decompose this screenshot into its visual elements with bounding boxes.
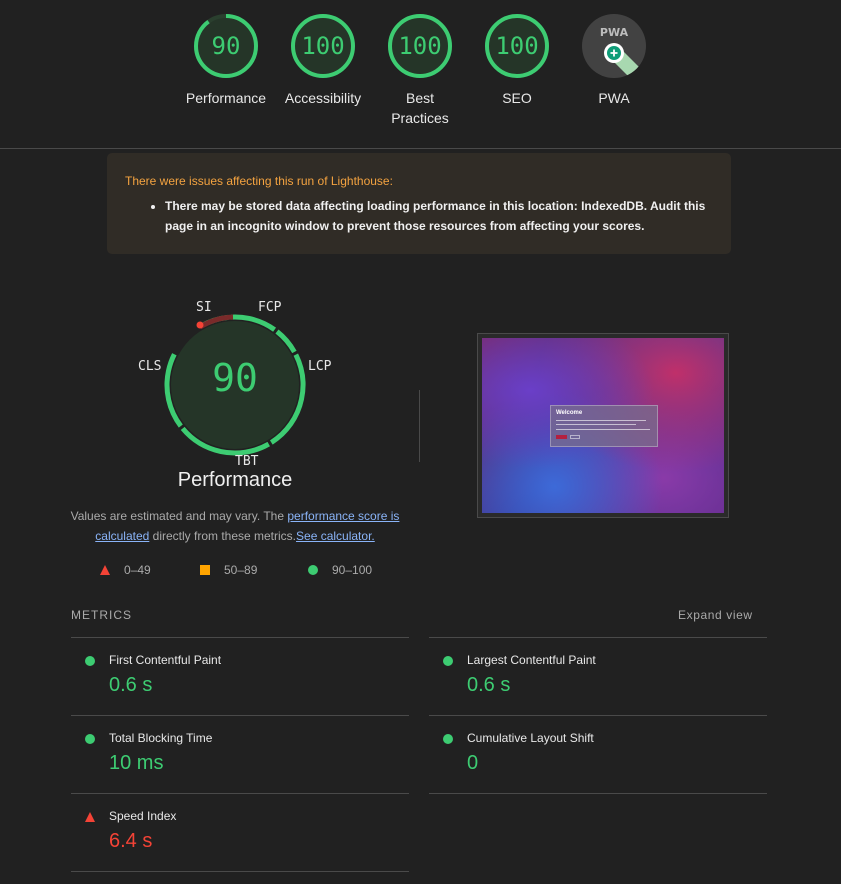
dialog-text-line [556,429,650,430]
gauge-label-fcp: FCP [258,300,282,315]
category-gauges: 90 Performance 100 Accessibility 100 Bes… [0,0,841,148]
svg-text:PWA: PWA [600,26,629,39]
performance-main-score: 90 [212,356,258,400]
si-marker-icon [196,321,204,329]
legend-fail-label: 0–49 [124,563,151,577]
metric-value: 0 [467,752,479,774]
header-divider [0,148,841,149]
best-practices-label: Best Practices [391,90,449,126]
screenshot-dialog-title: Welcome [556,410,583,416]
performance-label: Performance [185,90,267,106]
run-warnings: There were issues affecting this run of … [107,153,731,254]
metric-value: 0.6 s [467,674,511,696]
expand-view-toggle[interactable]: Expand view [678,608,753,622]
fail-triangle-icon [85,812,95,822]
fail-triangle-icon [100,565,110,575]
legend-average-label: 50–89 [224,563,258,577]
metric-largest-contentful-paint: Largest Contentful Paint 0.6 s [429,637,767,715]
note-mid: directly from these metrics. [149,529,297,543]
pwa-label: PWA [598,90,630,106]
metric-speed-index: Speed Index 6.4 s [71,793,409,871]
pwa-badge-icon: PWA [582,14,646,78]
metrics-column-right: Largest Contentful Paint 0.6 s Cumulativ… [429,637,767,794]
performance-score: 90 [211,32,241,60]
pass-circle-icon [308,565,318,575]
screenshot-image: Welcome [482,338,724,513]
gauge-seo[interactable]: 100 SEO [467,12,567,108]
metric-name: Largest Contentful Paint [467,653,596,667]
metric-value: 0.6 s [109,674,153,696]
gauge-label-tbt: TBT [235,454,259,469]
average-square-icon [200,565,210,575]
legend-fail: 0–49 [100,563,151,577]
vertical-divider [419,390,420,462]
metric-name: Total Blocking Time [109,731,213,745]
accessibility-label: Accessibility [284,90,362,106]
legend-average: 50–89 [200,563,257,577]
metric-value: 10 ms [109,752,164,774]
metrics-column-left: First Contentful Paint 0.6 s Total Block… [71,637,409,872]
dialog-primary-button [556,435,567,439]
warning-item: There may be stored data affecting loadi… [165,196,713,236]
seo-label: SEO [502,90,532,106]
metric-cumulative-layout-shift: Cumulative Layout Shift 0 [429,715,767,793]
screenshot-dialog: Welcome [550,405,658,447]
score-note: Values are estimated and may vary. The p… [70,506,400,546]
dialog-text-line [556,424,636,425]
gauge-pwa[interactable]: PWA PWA [564,12,664,108]
pass-circle-icon [443,656,453,666]
gauge-accessibility[interactable]: 100 Accessibility [273,12,373,108]
final-screenshot[interactable]: Welcome [477,333,729,518]
gauge-label-si: SI [196,300,212,315]
warning-list: There may be stored data affecting loadi… [125,196,713,236]
metrics-heading: METRICS [71,608,132,622]
pass-circle-icon [85,656,95,666]
legend-pass: 90–100 [308,563,372,577]
seo-score: 100 [495,32,539,60]
gauge-label-lcp: LCP [308,359,332,374]
dialog-text-line [556,420,646,421]
warning-title: There were issues affecting this run of … [125,174,393,188]
note-prefix: Values are estimated and may vary. The [70,509,288,523]
best-practices-score: 100 [398,32,442,60]
gauge-best-practices[interactable]: 100 Best Practices [370,12,470,128]
pass-circle-icon [85,734,95,744]
metric-name: Speed Index [109,809,177,823]
dialog-secondary-button [570,435,580,439]
metric-value: 6.4 s [109,830,153,852]
see-calculator-link[interactable]: See calculator. [296,529,375,543]
accessibility-score: 100 [301,32,345,60]
gauge-performance[interactable]: 90 Performance [176,12,276,108]
legend-pass-label: 90–100 [332,563,373,577]
metric-name: Cumulative Layout Shift [467,731,594,745]
metric-first-contentful-paint: First Contentful Paint 0.6 s [71,637,409,715]
gauge-label-cls: CLS [138,359,162,374]
metric-name: First Contentful Paint [109,653,222,667]
performance-title: Performance [177,469,293,491]
pass-circle-icon [443,734,453,744]
metric-total-blocking-time: Total Blocking Time 10 ms [71,715,409,793]
